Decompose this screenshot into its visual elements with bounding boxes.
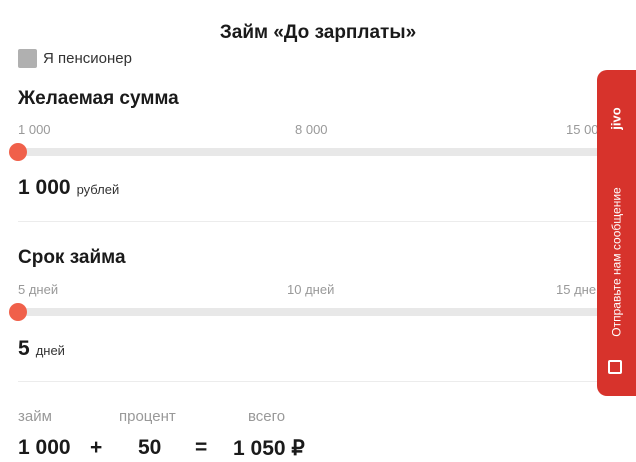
term-slider-track[interactable] bbox=[18, 308, 618, 316]
amount-tick-mid: 8 000 bbox=[295, 122, 328, 137]
term-slider-thumb[interactable] bbox=[9, 303, 27, 321]
term-title: Срок займа bbox=[18, 247, 126, 268]
term-unit: дней bbox=[35, 343, 65, 358]
term-number: 5 bbox=[18, 337, 30, 360]
summary-total-label: всего bbox=[248, 408, 286, 425]
summary-loan-value: 1 000 bbox=[18, 436, 71, 459]
pensioner-checkbox[interactable] bbox=[18, 49, 37, 68]
summary-percent-value: 50 bbox=[138, 436, 162, 459]
summary-total-value: 1 050 ₽ bbox=[233, 437, 305, 460]
term-value: 5 дней bbox=[18, 337, 65, 361]
jivo-chat-widget[interactable]: jivo Отправьте нам сообщение bbox=[597, 70, 636, 396]
jivo-brand-text: jivo bbox=[609, 106, 624, 130]
jivo-logo: jivo bbox=[597, 70, 636, 166]
summary-loan-label: займ bbox=[18, 408, 52, 425]
amount-slider-track[interactable] bbox=[18, 148, 618, 156]
amount-slider-thumb[interactable] bbox=[9, 143, 27, 161]
amount-unit: рублей bbox=[76, 182, 120, 197]
summary-percent-label: процент bbox=[119, 408, 176, 425]
term-tick-mid: 10 дней bbox=[287, 282, 335, 297]
chat-icon bbox=[608, 360, 622, 374]
page-title: Займ «До зарплаты» bbox=[219, 22, 417, 43]
amount-tick-min: 1 000 bbox=[18, 122, 51, 137]
amount-number: 1 000 bbox=[18, 176, 71, 199]
amount-title: Желаемая сумма bbox=[18, 88, 179, 109]
summary-equals-sign: = bbox=[195, 436, 208, 459]
pensioner-label: Я пенсионер bbox=[43, 50, 132, 67]
divider bbox=[18, 221, 598, 222]
pensioner-checkbox-row[interactable]: Я пенсионер bbox=[18, 49, 132, 68]
amount-value: 1 000 рублей bbox=[18, 176, 119, 200]
term-tick-min: 5 дней bbox=[18, 282, 59, 297]
jivo-message-text: Отправьте нам сообщение bbox=[609, 187, 624, 337]
divider bbox=[18, 381, 598, 382]
jivo-message-area[interactable]: Отправьте нам сообщение bbox=[597, 166, 636, 358]
summary-plus-sign: + bbox=[90, 436, 103, 459]
